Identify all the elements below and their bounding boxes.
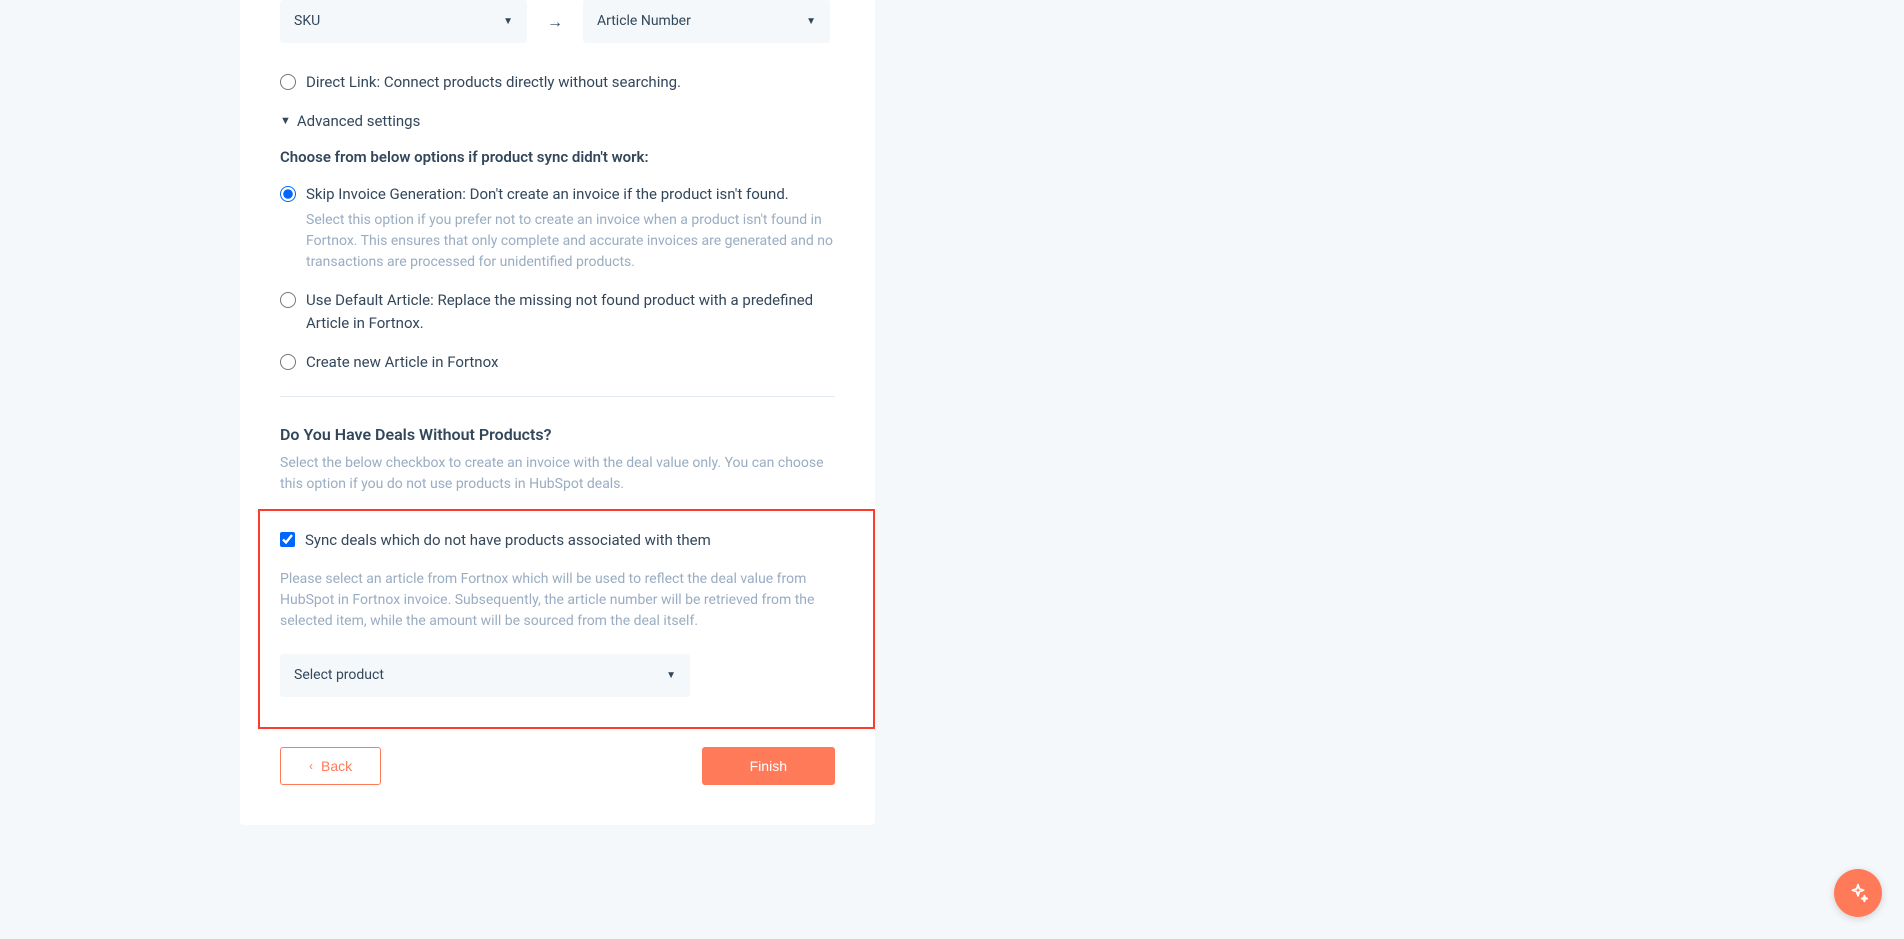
- sync-deals-label[interactable]: Sync deals which do not have products as…: [305, 529, 711, 552]
- chevron-left-icon: ‹: [309, 759, 313, 773]
- skip-invoice-desc: Select this option if you prefer not to …: [306, 210, 835, 273]
- target-field-dropdown[interactable]: Article Number ▼: [583, 0, 830, 43]
- advanced-settings-label: Advanced settings: [297, 110, 420, 133]
- create-article-option: Create new Article in Fortnox: [280, 351, 835, 374]
- default-article-radio[interactable]: [280, 292, 296, 308]
- back-button[interactable]: ‹ Back: [280, 747, 381, 785]
- mapping-dropdown-row: SKU ▼ → Article Number ▼: [280, 0, 835, 43]
- skip-invoice-label[interactable]: Skip Invoice Generation: Don't create an…: [306, 185, 789, 203]
- sync-deals-desc: Please select an article from Fortnox wh…: [280, 569, 853, 632]
- create-article-radio[interactable]: [280, 354, 296, 370]
- direct-link-label[interactable]: Direct Link: Connect products directly w…: [306, 71, 681, 94]
- arrow-right-icon: →: [547, 10, 563, 34]
- sparkle-icon: [1847, 882, 1869, 904]
- sync-deals-checkbox[interactable]: [280, 532, 295, 547]
- help-fab[interactable]: [1834, 869, 1882, 917]
- section-divider: [280, 396, 835, 397]
- caret-down-icon: ▼: [503, 14, 513, 29]
- back-button-label: Back: [321, 758, 352, 774]
- default-article-option: Use Default Article: Replace the missing…: [280, 289, 835, 335]
- advanced-settings-toggle[interactable]: ▼ Advanced settings: [280, 110, 835, 133]
- skip-invoice-option: Skip Invoice Generation: Don't create an…: [280, 183, 835, 273]
- sync-deals-checkbox-row: Sync deals which do not have products as…: [280, 529, 853, 552]
- select-product-dropdown[interactable]: Select product ▼: [280, 654, 690, 697]
- select-product-value: Select product: [294, 665, 384, 686]
- default-article-label[interactable]: Use Default Article: Replace the missing…: [306, 291, 813, 332]
- caret-down-icon: ▼: [806, 14, 816, 29]
- create-article-label[interactable]: Create new Article in Fortnox: [306, 353, 498, 371]
- target-field-value: Article Number: [597, 11, 691, 32]
- nav-button-row: ‹ Back Finish: [280, 747, 835, 785]
- skip-invoice-radio[interactable]: [280, 186, 296, 202]
- finish-button[interactable]: Finish: [702, 747, 835, 785]
- caret-down-icon: ▼: [666, 668, 676, 683]
- deals-desc: Select the below checkbox to create an i…: [280, 453, 835, 495]
- direct-link-option: Direct Link: Connect products directly w…: [280, 71, 835, 94]
- source-field-dropdown[interactable]: SKU ▼: [280, 0, 527, 43]
- deals-heading: Do You Have Deals Without Products?: [280, 423, 835, 447]
- highlighted-sync-box: Sync deals which do not have products as…: [258, 509, 875, 730]
- triangle-down-icon: ▼: [280, 113, 291, 130]
- fallback-heading: Choose from below options if product syn…: [280, 146, 835, 169]
- finish-button-label: Finish: [750, 758, 787, 774]
- source-field-value: SKU: [294, 11, 320, 32]
- settings-card: SKU ▼ → Article Number ▼ Direct Link: Co…: [240, 0, 875, 825]
- direct-link-radio[interactable]: [280, 74, 296, 90]
